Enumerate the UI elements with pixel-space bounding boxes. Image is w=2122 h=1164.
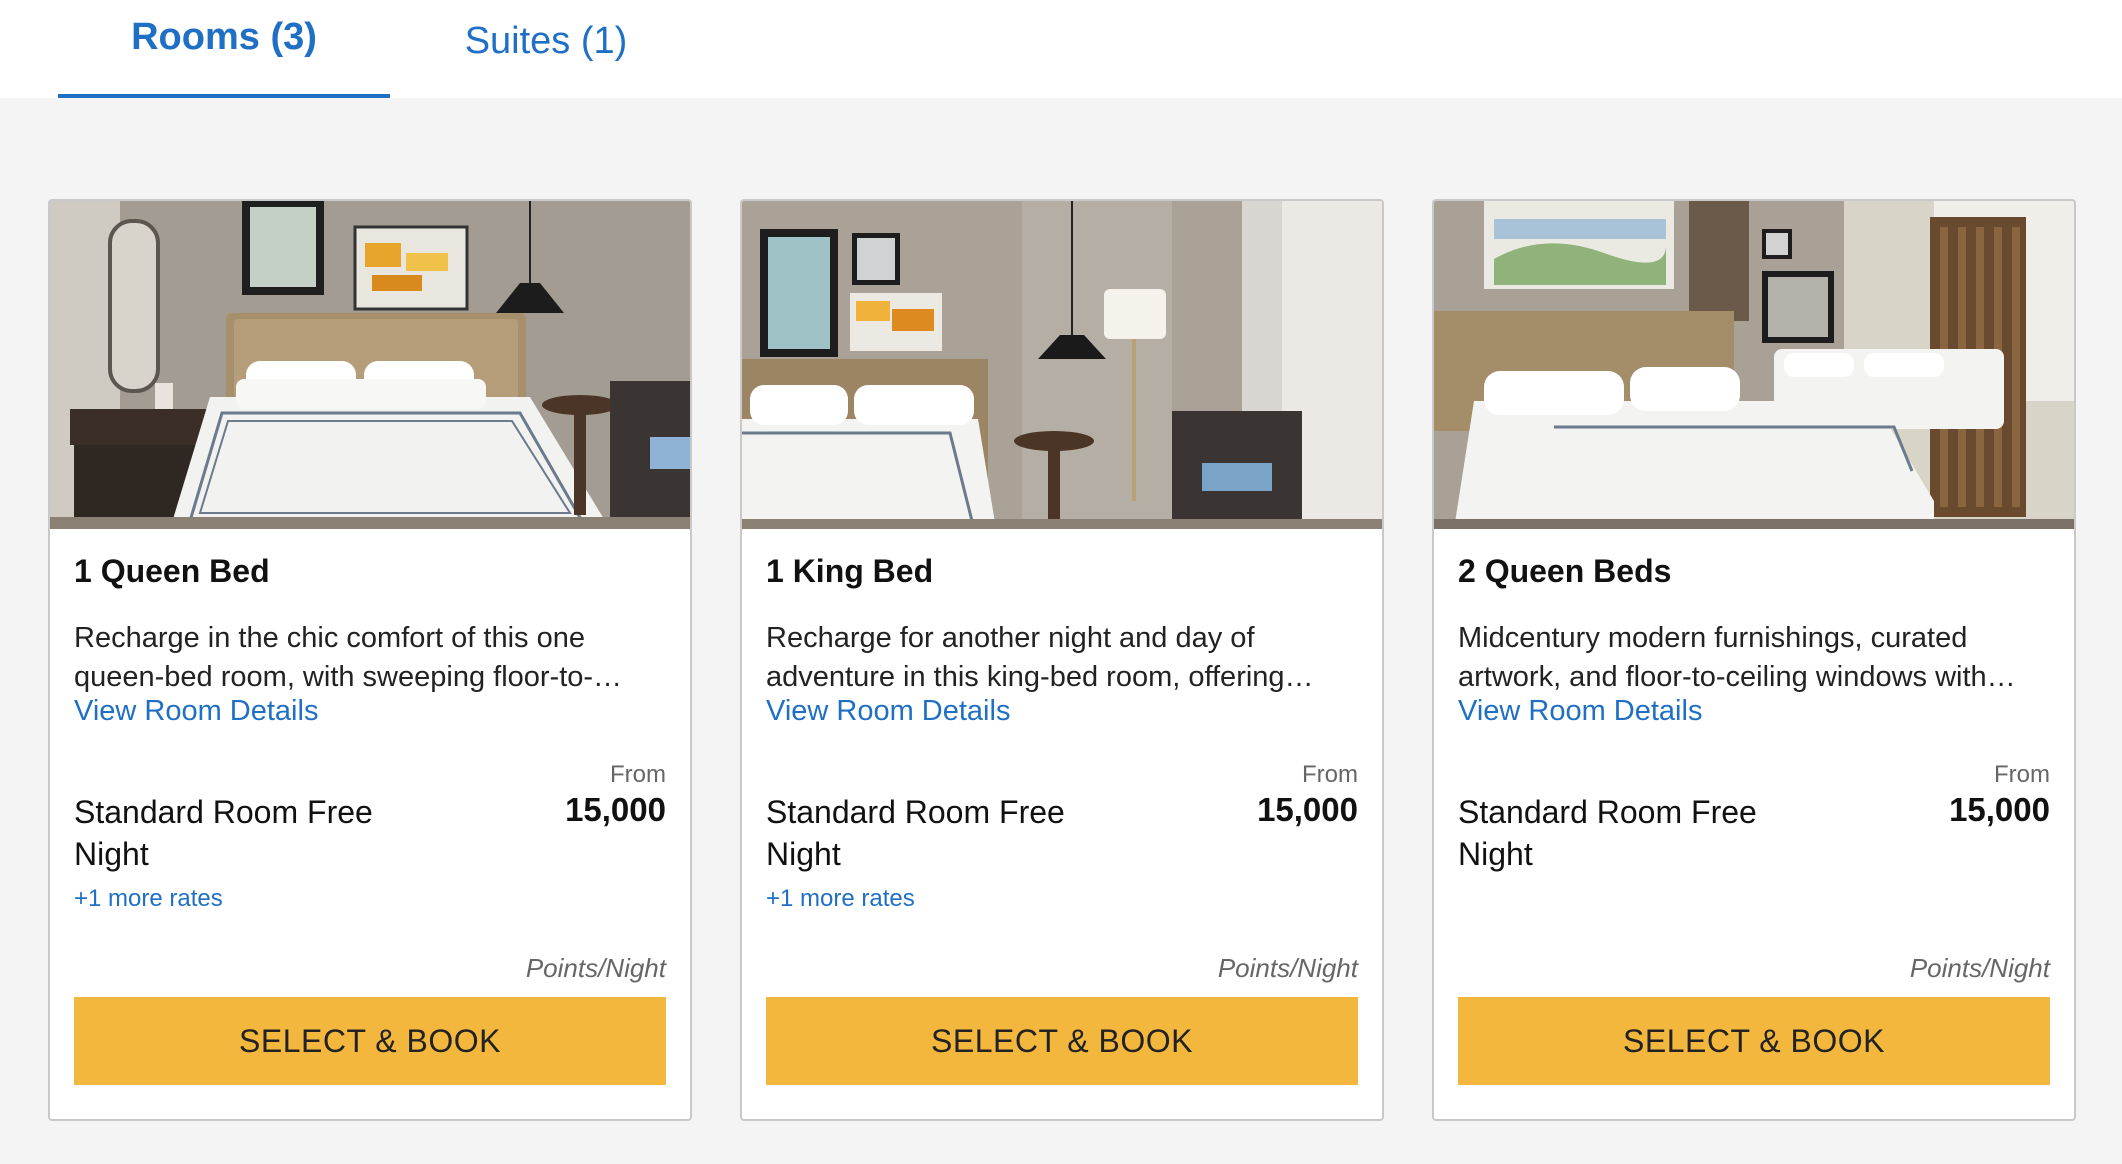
tab-rooms[interactable]: Rooms (3) <box>58 0 390 98</box>
points-per-night-label: Points/Night <box>1217 953 1358 983</box>
tab-suites[interactable]: Suites (1) <box>440 0 652 98</box>
room-description: Recharge for another night and day of ad… <box>766 622 1314 693</box>
points-price: 15,000 <box>565 791 666 828</box>
points-price: 15,000 <box>1949 791 2050 828</box>
points-per-night-label: Points/Night <box>1909 953 2050 983</box>
select-and-book-button[interactable]: SELECT & BOOK <box>74 997 666 1085</box>
more-rates-link[interactable]: +1 more rates <box>766 885 915 913</box>
from-label: From <box>1302 761 1358 788</box>
room-card-1-king-bed: 1 King Bed Recharge for another night an… <box>740 199 1384 1121</box>
room-title: 1 Queen Bed <box>74 553 270 589</box>
room-title: 1 King Bed <box>766 553 934 589</box>
select-and-book-button[interactable]: SELECT & BOOK <box>1458 997 2050 1085</box>
rate-name: Standard Room Free Night <box>1458 794 1757 872</box>
more-rates-link[interactable]: +1 more rates <box>74 885 223 913</box>
rate-name: Standard Room Free Night <box>74 794 373 872</box>
room-type-tabs: Rooms (3) Suites (1) <box>0 0 2122 98</box>
view-room-details-link[interactable]: View Room Details <box>1458 695 1702 728</box>
room-card-1-queen-bed: 1 Queen Bed Recharge in the chic comfort… <box>48 199 692 1121</box>
view-room-details-link[interactable]: View Room Details <box>766 695 1010 728</box>
points-price: 15,000 <box>1257 791 1358 828</box>
from-label: From <box>610 761 666 788</box>
rate-name: Standard Room Free Night <box>766 794 1065 872</box>
room-description: Recharge in the chic comfort of this one… <box>74 622 623 693</box>
active-tab-underline <box>58 94 390 98</box>
points-per-night-label: Points/Night <box>525 953 666 983</box>
room-photo[interactable] <box>742 201 1382 529</box>
room-photo[interactable] <box>50 201 690 529</box>
room-card-2-queen-beds: 2 Queen Beds Midcentury modern furnishin… <box>1432 199 2076 1121</box>
view-room-details-link[interactable]: View Room Details <box>74 695 318 728</box>
room-description: Midcentury modern furnishings, curated a… <box>1458 622 2016 693</box>
tab-rooms-label: Rooms (3) <box>131 16 317 58</box>
tab-suites-label: Suites (1) <box>464 20 628 62</box>
room-photo[interactable] <box>1434 201 2074 529</box>
select-and-book-button[interactable]: SELECT & BOOK <box>766 997 1358 1085</box>
room-title: 2 Queen Beds <box>1458 553 1672 589</box>
from-label: From <box>1994 761 2050 788</box>
